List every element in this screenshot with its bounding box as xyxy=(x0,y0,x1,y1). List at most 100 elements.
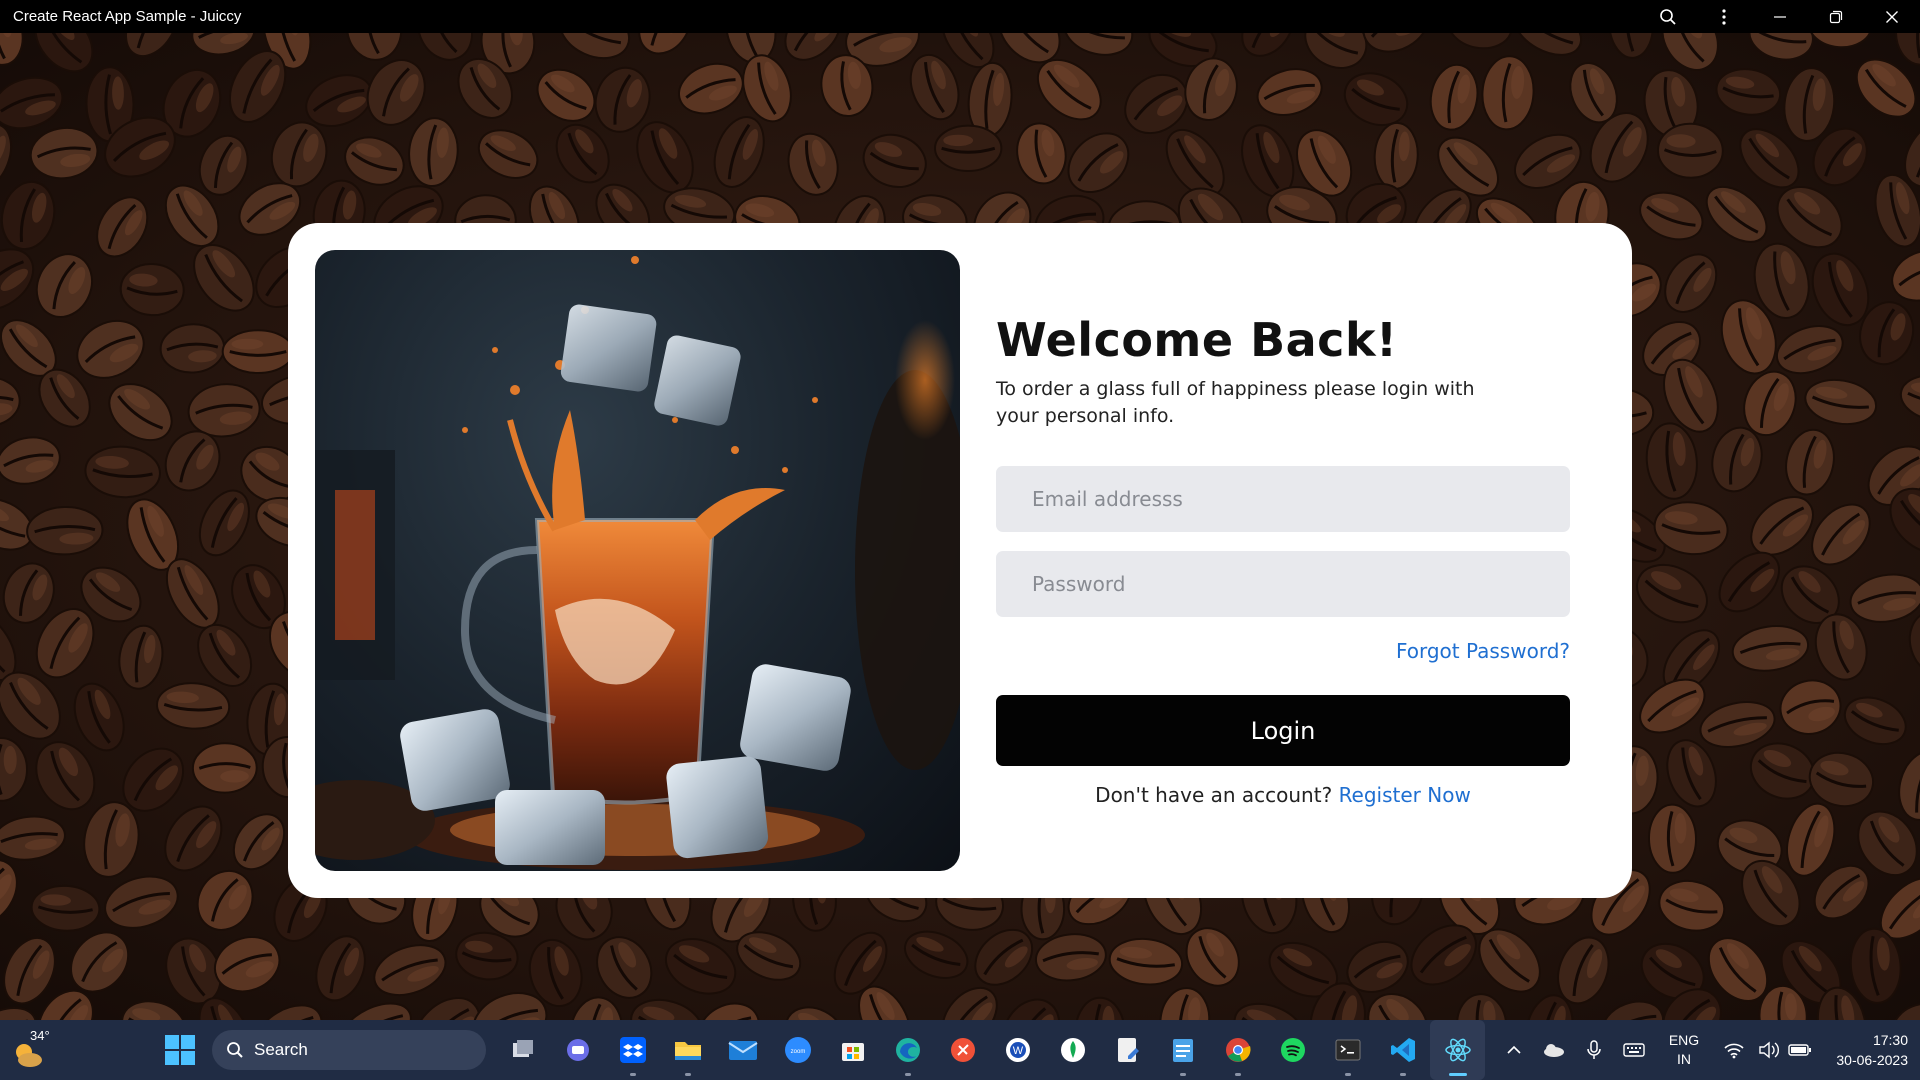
login-subtitle: To order a glass full of happiness pleas… xyxy=(996,378,1475,427)
dropbox-icon[interactable] xyxy=(605,1020,660,1080)
notepad-doc-icon[interactable] xyxy=(1100,1020,1155,1080)
edge-icon[interactable] xyxy=(880,1020,935,1080)
microsoft-store-icon[interactable] xyxy=(825,1020,880,1080)
vscode-icon[interactable] xyxy=(1375,1020,1430,1080)
coffee-bean xyxy=(697,1002,760,1020)
email-field[interactable] xyxy=(996,466,1570,532)
chrome-icon[interactable] xyxy=(1210,1020,1265,1080)
coffee-bean xyxy=(232,813,286,871)
onedrive-icon[interactable] xyxy=(1534,1020,1574,1080)
restore-icon[interactable] xyxy=(1808,0,1864,33)
coffee-bean xyxy=(0,815,66,861)
coffee-bean xyxy=(1481,55,1535,131)
coffee-bean xyxy=(787,132,839,196)
zoom-icon[interactable] xyxy=(1640,0,1696,33)
coffee-bean xyxy=(1601,1000,1665,1020)
coffee-bean xyxy=(30,884,101,932)
coffee-bean xyxy=(784,1006,845,1020)
taskbar-search[interactable]: Search xyxy=(212,1030,486,1070)
coffee-bean xyxy=(1715,68,1782,116)
terminal-icon[interactable] xyxy=(1320,1020,1375,1080)
coffee-bean xyxy=(1074,996,1126,1020)
register-row: Don't have an account? Register Now xyxy=(996,783,1570,807)
coffee-bean xyxy=(164,805,223,872)
coffee-bean xyxy=(596,936,653,999)
coffee-bean xyxy=(35,253,94,318)
weather-temp: 34° xyxy=(30,1028,50,1043)
spotify-icon[interactable] xyxy=(1265,1020,1320,1080)
coffee-bean xyxy=(1843,696,1907,746)
mail-icon[interactable] xyxy=(715,1020,770,1080)
start-button[interactable] xyxy=(164,1034,196,1066)
coffee-bean xyxy=(1159,987,1211,1020)
coffee-bean xyxy=(1804,378,1878,426)
coffee-bean xyxy=(156,682,231,730)
taskbar-clock[interactable]: 17:30 30-06-2023 xyxy=(1808,1030,1908,1070)
coffee-bean xyxy=(1731,625,1810,672)
coffee-bean xyxy=(408,117,459,188)
register-now-link[interactable]: Register Now xyxy=(1339,783,1471,807)
mongodb-compass-icon[interactable] xyxy=(1045,1020,1100,1080)
notepad-icon[interactable] xyxy=(1155,1020,1210,1080)
coffee-beans-background: Welcome Back! To order a glass full of h… xyxy=(0,33,1920,1020)
coffee-bean xyxy=(270,121,328,188)
coffee-bean xyxy=(221,329,295,375)
file-explorer-icon[interactable] xyxy=(660,1020,715,1080)
zoom-app-icon[interactable]: zoom xyxy=(770,1020,825,1080)
coffee-bean xyxy=(0,859,18,925)
coffee-bean xyxy=(1016,122,1067,185)
password-field[interactable] xyxy=(996,551,1570,617)
coffee-bean xyxy=(1899,374,1920,422)
language-region: IN xyxy=(1677,1051,1691,1067)
coffee-bean xyxy=(0,76,64,130)
coffee-bean xyxy=(1108,937,1184,986)
coffee-bean xyxy=(1429,63,1479,131)
coffee-bean xyxy=(73,682,125,752)
search-label: Search xyxy=(254,1040,308,1059)
coffee-bean xyxy=(1001,998,1061,1020)
coffee-bean xyxy=(1807,33,1873,49)
weather-widget[interactable]: 34° xyxy=(8,1026,58,1074)
volume-icon[interactable] xyxy=(1754,1020,1784,1080)
more-icon[interactable] xyxy=(1696,0,1752,33)
coffee-bean xyxy=(0,33,24,66)
coffee-bean xyxy=(76,319,145,379)
coffee-bean xyxy=(1233,1002,1306,1020)
coffee-bean xyxy=(862,133,927,188)
coffee-bean xyxy=(559,33,630,60)
coffee-bean xyxy=(1373,121,1419,190)
swift-icon[interactable] xyxy=(935,1020,990,1080)
login-card: Welcome Back! To order a glass full of h… xyxy=(288,223,1632,898)
coffee-bean xyxy=(934,124,1003,173)
coffee-bean xyxy=(83,801,140,878)
forgot-password-link[interactable]: Forgot Password? xyxy=(1396,639,1570,663)
coffee-bean xyxy=(1891,249,1920,302)
language-indicator[interactable]: ENG IN xyxy=(1662,1031,1706,1069)
coffee-bean xyxy=(96,196,149,258)
coffee-bean xyxy=(638,33,692,55)
close-icon[interactable] xyxy=(1864,0,1920,33)
microphone-icon[interactable] xyxy=(1574,1020,1614,1080)
login-button[interactable]: Login xyxy=(996,695,1570,766)
wifi-icon[interactable] xyxy=(1714,1020,1754,1080)
react-devtools-icon[interactable] xyxy=(1430,1020,1485,1080)
coffee-bean xyxy=(477,129,539,179)
coffee-bean xyxy=(0,737,28,802)
chevron-up-icon[interactable] xyxy=(1494,1020,1534,1080)
word-app-icon[interactable]: W xyxy=(990,1020,1045,1080)
minimize-icon[interactable] xyxy=(1752,0,1808,33)
task-view-icon[interactable] xyxy=(495,1020,550,1080)
teams-icon[interactable] xyxy=(550,1020,605,1080)
coffee-bean xyxy=(1636,563,1708,624)
coffee-bean xyxy=(315,935,366,1002)
coffee-bean xyxy=(1608,33,1654,59)
keyboard-icon[interactable] xyxy=(1614,1020,1654,1080)
coffee-bean xyxy=(1645,422,1698,500)
coffee-bean xyxy=(678,62,744,115)
coffee-bean xyxy=(536,68,596,122)
coffee-bean xyxy=(198,489,250,557)
coffee-bean xyxy=(1748,33,1814,61)
coffee-bean xyxy=(121,1000,187,1020)
coffee-bean xyxy=(373,944,447,997)
coffee-bean xyxy=(1446,33,1513,50)
